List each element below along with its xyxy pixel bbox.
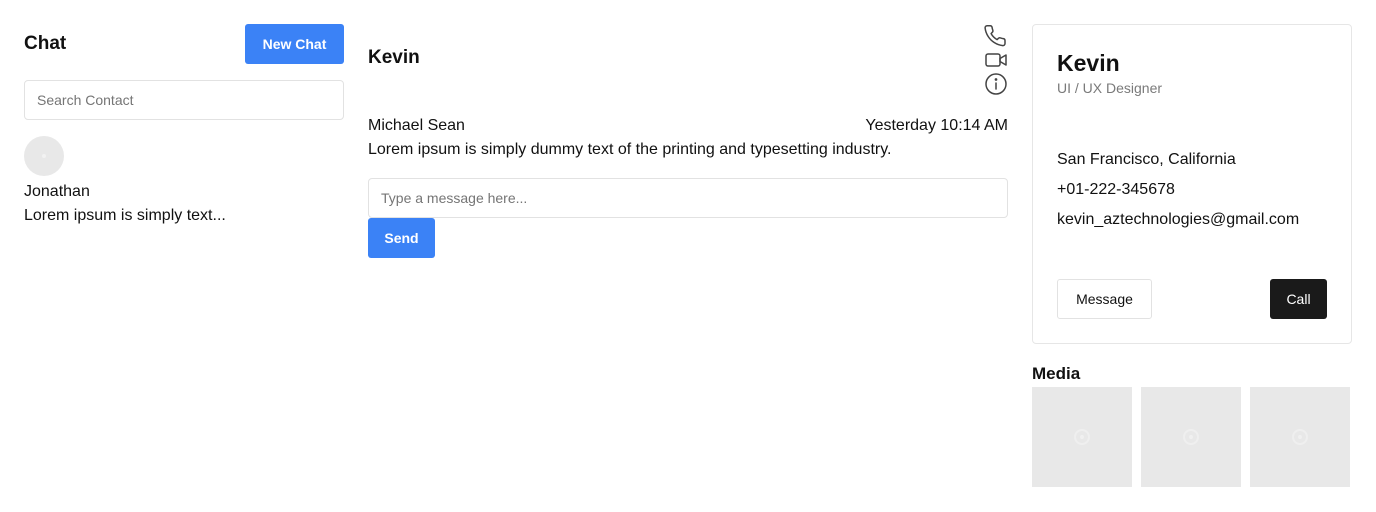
media-thumbnail[interactable]: [1032, 387, 1132, 487]
profile-name: Kevin: [1057, 50, 1120, 76]
video-icon[interactable]: [984, 48, 1008, 72]
conversation-panel: Kevin Michael Sean Yesterday 10:14 AM Lo…: [368, 24, 1008, 258]
contacts-header: Chat New Chat: [24, 24, 344, 64]
search-contact-input[interactable]: [24, 80, 344, 120]
profile-location: San Francisco, California: [1057, 151, 1236, 168]
media-thumbnail[interactable]: [1141, 387, 1241, 487]
message-input[interactable]: [368, 178, 1008, 218]
profile-card: Kevin UI / UX Designer San Francisco, Ca…: [1032, 24, 1352, 344]
chat-app: Chat New Chat Jonathan Lorem ipsum is si…: [0, 0, 1376, 512]
phone-icon[interactable]: [984, 24, 1008, 48]
conversation-header: Kevin: [368, 24, 1008, 96]
info-icon[interactable]: [984, 72, 1008, 96]
message-text: Lorem ipsum is simply dummy text of the …: [368, 141, 892, 158]
conversation-title: Kevin: [368, 47, 420, 68]
message-item: Michael Sean Yesterday 10:14 AM Lorem ip…: [368, 114, 1008, 162]
message-timestamp: Yesterday 10:14 AM: [865, 117, 1008, 134]
send-button[interactable]: Send: [368, 218, 435, 258]
contacts-panel: Chat New Chat Jonathan Lorem ipsum is si…: [24, 24, 344, 228]
chat-title: Chat: [24, 33, 67, 54]
message-header: Michael Sean Yesterday 10:14 AM: [368, 114, 1008, 138]
profile-actions: Message Call: [1057, 279, 1327, 319]
profile-email: kevin_aztechnologies@gmail.com: [1057, 211, 1300, 228]
contact-name: Jonathan: [24, 183, 90, 200]
profile-panel: Kevin UI / UX Designer San Francisco, Ca…: [1032, 24, 1352, 487]
media-grid: [1032, 387, 1352, 487]
profile-details: San Francisco, California +01-222-345678…: [1057, 145, 1327, 235]
media-title: Media: [1032, 364, 1081, 383]
profile-phone: +01-222-345678: [1057, 181, 1175, 198]
avatar: [24, 136, 64, 176]
contact-preview: Lorem ipsum is simply text...: [24, 207, 226, 224]
message-sender: Michael Sean: [368, 117, 465, 134]
profile-role: UI / UX Designer: [1057, 80, 1163, 96]
media-thumbnail[interactable]: [1250, 387, 1350, 487]
conversation-actions: [984, 24, 1008, 96]
contact-item[interactable]: Jonathan Lorem ipsum is simply text...: [24, 136, 344, 228]
call-button[interactable]: Call: [1270, 279, 1327, 319]
message-button[interactable]: Message: [1057, 279, 1152, 319]
new-chat-button[interactable]: New Chat: [245, 24, 344, 64]
